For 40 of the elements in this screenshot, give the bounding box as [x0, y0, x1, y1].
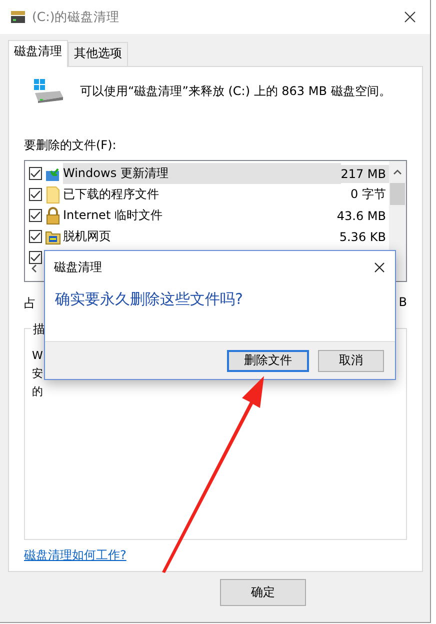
checkbox[interactable] — [29, 167, 42, 180]
space-label: 占 — [24, 295, 36, 312]
dialog-button[interactable]: 取消 — [318, 350, 384, 372]
description-text: 安 — [32, 366, 43, 382]
file-name[interactable]: 已下载的程序文件 — [63, 184, 351, 205]
checkbox[interactable] — [29, 251, 42, 264]
dialog-title: 磁盘清理 — [54, 259, 102, 276]
checkbox[interactable] — [29, 209, 42, 222]
description-text: W — [32, 348, 43, 364]
help-link[interactable]: 磁盘清理如何工作? — [24, 547, 126, 564]
file-name[interactable]: Windows 更新清理 — [63, 163, 341, 184]
file-size: 43.6 MB — [336, 208, 387, 224]
checkbox[interactable] — [29, 230, 42, 243]
folder-icon — [45, 228, 61, 244]
drive-icon — [10, 10, 26, 24]
confirm-message: 确实要永久删除这些文件吗? — [54, 289, 244, 310]
checkbox[interactable] — [29, 188, 42, 201]
file-size: 217 MB — [340, 164, 389, 182]
update-icon — [45, 166, 61, 182]
tab[interactable]: 其他选项 — [68, 42, 128, 66]
dialog-button[interactable]: 删除文件 — [227, 350, 309, 372]
lock-icon — [45, 206, 61, 224]
description-text: 的 — [32, 384, 43, 400]
close-icon[interactable] — [404, 11, 416, 23]
scroll-left-icon[interactable] — [31, 264, 37, 273]
files-label: 要删除的文件(F): — [24, 137, 118, 154]
space-value: B — [398, 295, 407, 311]
scrollbar-thumb[interactable] — [390, 183, 405, 205]
file-name[interactable]: Internet 临时文件 — [63, 205, 337, 226]
file-size: 0 字节 — [350, 186, 387, 203]
file-name[interactable]: 脱机网页 — [63, 226, 340, 247]
close-icon[interactable] — [374, 262, 385, 273]
file-icon — [45, 186, 61, 204]
tab[interactable]: 磁盘清理 — [8, 40, 68, 67]
file-size: 5.36 KB — [339, 228, 387, 246]
summary-text: 可以使用“磁盘清理”来释放 (C:) 上的 863 MB 磁盘空间。 — [80, 82, 391, 100]
scroll-up-icon[interactable] — [393, 169, 402, 175]
window-title: (C:)的磁盘清理 — [32, 8, 121, 26]
ok-button[interactable]: 确定 — [220, 579, 306, 606]
drive-icon — [34, 79, 64, 103]
